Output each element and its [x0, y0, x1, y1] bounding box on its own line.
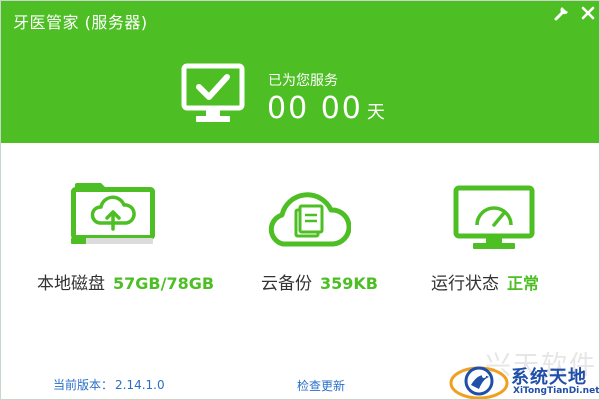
settings-button[interactable]: [551, 3, 573, 23]
watermark: 兴天软件园 系统天地 XiTongTianDi.net: [449, 351, 600, 399]
folder-cloud-icon: [71, 181, 155, 243]
status-value: 正常: [507, 274, 540, 293]
status-label-row: 运行状态 正常: [431, 269, 539, 294]
wrench-icon: [554, 7, 568, 21]
close-button[interactable]: [577, 3, 599, 23]
version-number: 2.14.1.0: [115, 378, 165, 392]
cloud-label-row: 云备份 359KB: [261, 269, 378, 294]
cloud-value: 359KB: [320, 274, 378, 293]
disk-label: 本地磁盘: [37, 274, 105, 294]
service-label: 已为您服务: [268, 73, 338, 89]
service-days-unit: 天: [366, 102, 385, 123]
watermark-logo-icon: [449, 359, 509, 399]
watermark-sub-text: XiTongTianDi.net: [513, 386, 600, 396]
version-label: 当前版本：: [53, 378, 114, 392]
header-banner: 牙医管家 (服务器) 已为您服务 00 00 天: [1, 1, 599, 143]
disk-value: 57GB/78GB: [113, 274, 215, 293]
disk-label-row: 本地磁盘 57GB/78GB: [37, 269, 214, 294]
service-days: 00 00 天: [267, 91, 385, 126]
disk-usage-bar: [71, 238, 153, 244]
disk-usage-fill: [71, 238, 86, 244]
cloud-backup-icon: [265, 185, 352, 253]
status-label: 运行状态: [431, 274, 499, 294]
monitor-gauge-icon: [453, 185, 535, 255]
check-update-link[interactable]: 检查更新: [297, 377, 345, 394]
monitor-check-icon: [181, 63, 245, 131]
window-title: 牙医管家 (服务器): [13, 13, 148, 32]
cloud-label: 云备份: [261, 274, 312, 294]
app-window: 牙医管家 (服务器) 已为您服务 00 00 天 本地磁盘 57GB/78GB …: [0, 0, 600, 400]
service-days-count: 00 00: [267, 91, 363, 126]
version-info: 当前版本： 2.14.1.0: [53, 376, 165, 393]
close-icon: [581, 6, 595, 20]
